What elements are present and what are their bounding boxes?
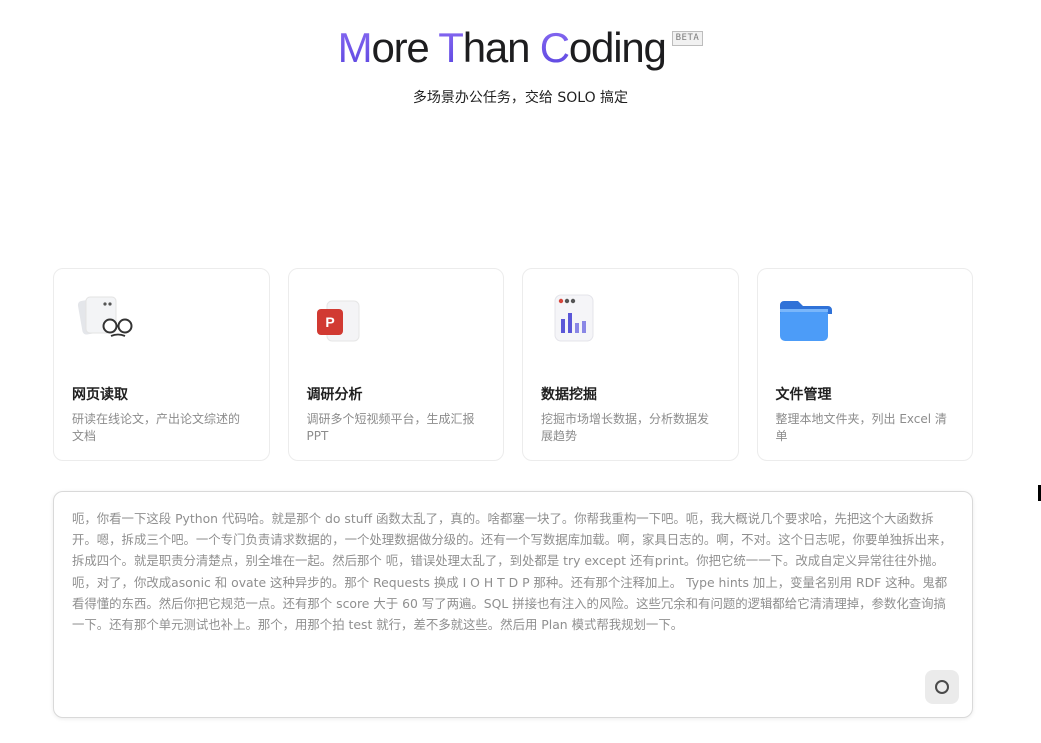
loading-circle-icon xyxy=(935,680,949,694)
card-title: 网页读取 xyxy=(72,387,128,403)
card-data-mining[interactable]: 数据挖掘 挖掘市场增长数据，分析数据发展趋势 xyxy=(522,268,739,461)
card-desc: 整理本地文件夹，列出 Excel 清单 xyxy=(775,412,947,443)
page-title: More Than Coding xyxy=(337,22,667,74)
folder-icon xyxy=(776,289,840,353)
card-desc: 挖掘市场增长数据，分析数据发展趋势 xyxy=(541,412,710,443)
hero: More Than Coding BETA 多场景办公任务，交给 SOLO 搞定 xyxy=(0,22,1041,108)
card-file-management[interactable]: 文件管理 整理本地文件夹，列出 Excel 清单 xyxy=(756,268,973,461)
title-letter-c: C xyxy=(539,24,570,71)
card-research[interactable]: P 调研分析 调研多个短视频平台，生成汇报PPT xyxy=(287,268,504,461)
title-word-oding: oding xyxy=(568,24,667,71)
title-letter-t: T xyxy=(438,24,464,71)
card-title: 数据挖掘 xyxy=(541,387,597,403)
presentation-icon: P xyxy=(307,289,371,353)
prompt-input-text[interactable]: 呃，你看一下这段 Python 代码哈。就是那个 do stuff 函数太乱了，… xyxy=(72,508,956,635)
title-word-han: han xyxy=(462,24,531,71)
prompt-box[interactable]: 呃，你看一下这段 Python 代码哈。就是那个 do stuff 函数太乱了，… xyxy=(53,491,973,718)
card-desc: 研读在线论文，产出论文综述的文档 xyxy=(72,412,241,443)
svg-text:P: P xyxy=(325,314,334,330)
card-title: 文件管理 xyxy=(775,387,832,403)
page-subtitle: 多场景办公任务，交给 SOLO 搞定 xyxy=(412,90,629,106)
send-button[interactable] xyxy=(925,670,959,704)
beta-badge: BETA xyxy=(671,31,704,46)
title-word-ore: ore xyxy=(371,24,429,71)
title-letter-m: M xyxy=(337,24,373,71)
bar-chart-icon xyxy=(541,289,605,353)
card-title: 调研分析 xyxy=(306,387,363,403)
title-row: More Than Coding BETA xyxy=(338,22,704,74)
web-reading-icon xyxy=(72,289,136,353)
card-desc: 调研多个短视频平台，生成汇报PPT xyxy=(306,412,475,443)
card-web-reading[interactable]: 网页读取 研读在线论文，产出论文综述的文档 xyxy=(53,268,270,461)
scenario-cards: 网页读取 研读在线论文，产出论文综述的文档 P 调研分析 调研多个短视频平台，生… xyxy=(53,268,973,461)
